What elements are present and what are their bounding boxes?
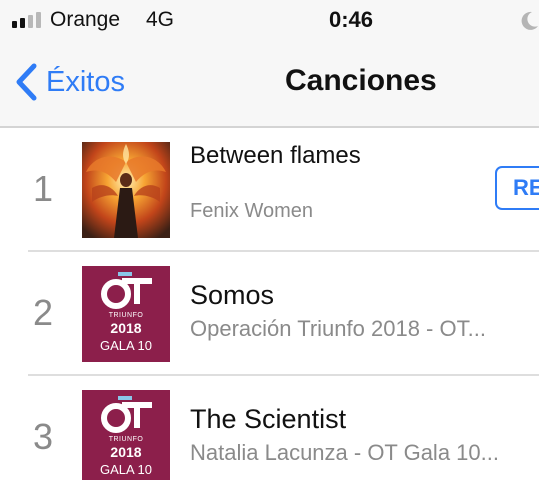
ot-logo-artwork: TRIUNFO 2018 GALA 10 — [82, 390, 170, 480]
song-title: Somos — [190, 280, 275, 310]
song-title: Between flames — [190, 142, 361, 169]
navigation-bar: Éxitos Canciones — [0, 40, 539, 128]
song-row[interactable]: 3 TRIUNFO 2018 GALA 10 The Scientist Nat… — [0, 376, 539, 480]
artwork-gala: GALA 10 — [99, 338, 153, 353]
artwork-caption: TRIUNFO — [108, 312, 144, 319]
song-artist: Fenix Women — [190, 200, 314, 222]
chart-rank: 3 — [32, 416, 54, 457]
phoenix-fire-artwork — [82, 142, 170, 238]
song-title: The Scientist — [190, 404, 347, 434]
song-row[interactable]: 1 Between flames Fenix Women RE — [0, 128, 539, 252]
app-screen: Orange 4G 0:46 Éxitos Canciones 1 Betwee… — [0, 0, 539, 480]
chart-rank: 2 — [32, 292, 54, 333]
back-button[interactable]: Éxitos — [14, 58, 125, 106]
signal-strength-icon — [12, 12, 41, 28]
artwork-year: 2018 — [110, 444, 142, 460]
chart-rank: 1 — [32, 168, 54, 209]
status-bar: Orange 4G 0:46 — [0, 0, 539, 40]
chevron-left-icon — [16, 63, 37, 101]
artwork-caption: TRIUNFO — [108, 436, 144, 443]
back-label: Éxitos — [46, 65, 125, 98]
page-title: Canciones — [285, 64, 437, 97]
do-not-disturb-moon-icon — [521, 11, 538, 30]
artwork-gala: GALA 10 — [99, 462, 153, 477]
ot-logo-artwork: TRIUNFO 2018 GALA 10 — [82, 266, 170, 362]
network-type: 4G — [146, 8, 175, 31]
action-button[interactable]: RE — [495, 166, 539, 210]
song-row[interactable]: 2 TRIUNFO 2018 GALA 10 Somos Operación T… — [0, 252, 539, 376]
carrier-name: Orange — [50, 8, 121, 31]
song-artist: Operación Triunfo 2018 - OT... — [190, 316, 486, 341]
artwork-year: 2018 — [110, 320, 142, 336]
song-artist: Natalia Lacunza - OT Gala 10... — [190, 440, 499, 465]
status-time: 0:46 — [329, 7, 374, 32]
song-list: 1 Between flames Fenix Women RE 2 TRIUNF… — [0, 128, 539, 480]
